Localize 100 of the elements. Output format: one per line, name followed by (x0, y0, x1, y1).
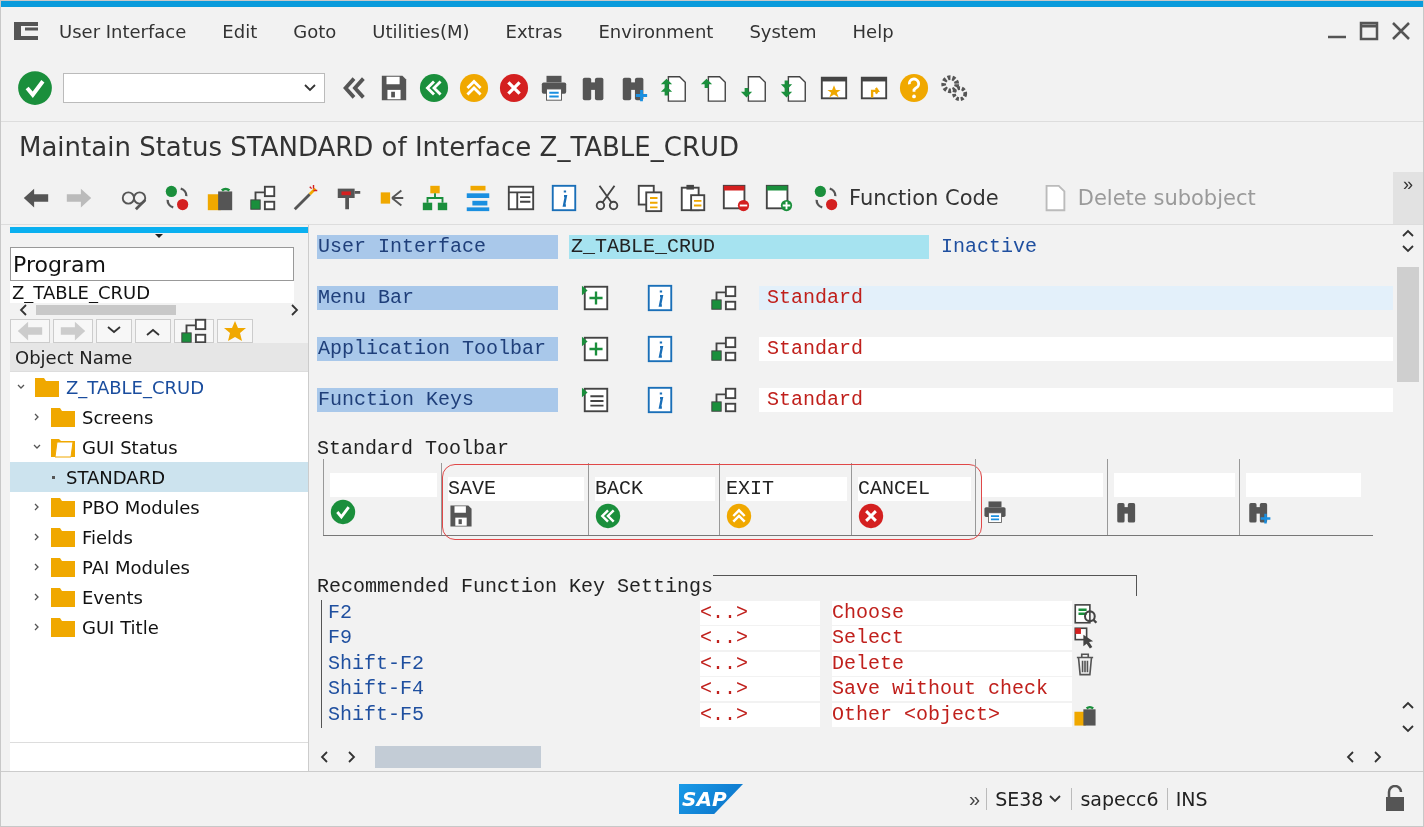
section-title: Recommended Function Key Settings (317, 576, 714, 598)
copy-icon[interactable] (635, 183, 665, 213)
function-code-field[interactable]: CANCEL (858, 477, 971, 501)
tree-item[interactable]: Screens (10, 402, 308, 432)
network-icon[interactable] (709, 334, 739, 364)
field-label: Function Keys (317, 388, 558, 412)
paste-icon[interactable] (678, 183, 708, 213)
menu-icon[interactable] (13, 20, 39, 42)
tree-item[interactable]: GUI Title (10, 612, 308, 642)
menu-item[interactable]: Edit (222, 20, 258, 42)
component-value[interactable]: Standard (759, 286, 1393, 310)
function-text: Other <object> (832, 702, 1072, 727)
last-page-icon[interactable] (779, 73, 809, 103)
object-name-field[interactable]: Z_TABLE_CRUD (10, 281, 294, 303)
check-icon[interactable] (17, 70, 53, 106)
lock-icon (1383, 785, 1407, 813)
function-code: <..> (700, 677, 820, 702)
function-text: Delete (832, 651, 1072, 676)
check-icon[interactable] (330, 499, 356, 525)
tree-item[interactable]: GUI Status (10, 432, 308, 462)
tree-item[interactable]: PAI Modules (10, 552, 308, 582)
field-label: User Interface (317, 235, 558, 259)
status-text: Inactive (941, 235, 1038, 259)
function-code-field[interactable]: EXIT (726, 477, 847, 501)
printer-icon[interactable] (539, 73, 569, 103)
back-icon[interactable] (419, 73, 449, 103)
folder-icon (34, 376, 60, 398)
save-icon[interactable] (448, 503, 474, 529)
function-code: <..> (700, 651, 820, 676)
function-code-field[interactable]: BACK (595, 477, 715, 501)
menu-item[interactable]: Goto (293, 20, 337, 42)
menu-item[interactable]: Utilities(M) (372, 20, 470, 42)
maximize-icon[interactable] (1359, 21, 1379, 41)
menu-item[interactable]: System (749, 20, 817, 42)
scrollbar-thumb[interactable] (1397, 267, 1419, 382)
folder-icon (50, 616, 76, 638)
component-value[interactable]: Standard (759, 388, 1393, 412)
list-icon[interactable] (581, 385, 611, 415)
key-name: F9 (328, 626, 353, 651)
list-add-icon[interactable] (581, 283, 611, 313)
toolbar-button[interactable]: Function Code (807, 181, 1003, 215)
menu-item[interactable]: User Interface (59, 20, 187, 42)
network-button[interactable] (174, 319, 214, 343)
save-icon[interactable] (379, 73, 409, 103)
menu-item[interactable]: Help (852, 20, 894, 42)
list-add-icon[interactable] (581, 334, 611, 364)
network-icon[interactable] (709, 283, 739, 313)
command-field[interactable] (63, 73, 325, 103)
scrollbar-thumb[interactable] (36, 305, 176, 315)
collapse-button[interactable] (96, 319, 132, 343)
info-icon[interactable] (645, 385, 675, 415)
open-folder-icon (50, 436, 76, 458)
function-code-field[interactable] (982, 473, 1103, 497)
function-code-field[interactable]: SAVE (448, 477, 584, 501)
tree-item[interactable]: STANDARD (10, 462, 308, 492)
more-button[interactable]: » (963, 787, 987, 811)
cancel-icon[interactable] (858, 503, 884, 529)
folder-icon (50, 406, 76, 428)
component-value[interactable]: Standard (759, 337, 1393, 361)
info-icon[interactable] (645, 283, 675, 313)
more-button[interactable]: » (1393, 172, 1423, 224)
info-icon[interactable] (549, 183, 579, 213)
next-page-icon[interactable] (739, 73, 769, 103)
tree-item[interactable]: Z_TABLE_CRUD (10, 372, 308, 402)
folder-icon (50, 526, 76, 548)
hierarchy-icon[interactable] (420, 183, 450, 213)
close-icon[interactable] (1391, 21, 1411, 41)
screen-title: Maintain Status STANDARD of Interface Z_TABLE_CRUD (18, 131, 741, 164)
interface-name-field: Z_TABLE_CRUD (569, 235, 929, 259)
printer-icon[interactable] (982, 499, 1008, 525)
expand-button[interactable] (135, 319, 171, 343)
tree-item[interactable]: PBO Modules (10, 492, 308, 522)
network-icon[interactable] (709, 385, 739, 415)
tree-item[interactable]: Fields (10, 522, 308, 552)
function-text: Choose (832, 600, 1072, 625)
first-page-icon[interactable] (659, 73, 689, 103)
object-type-field[interactable]: Program (10, 247, 294, 281)
network-icon[interactable] (179, 317, 209, 343)
layout-icon[interactable] (506, 183, 536, 213)
key-name: F2 (328, 600, 353, 625)
settings-icon[interactable] (939, 73, 969, 103)
column-header: Object Name (10, 343, 308, 372)
menu-item[interactable]: Extras (505, 20, 563, 42)
remove-row-icon[interactable] (721, 183, 751, 213)
system-name: sapecc6 (1071, 788, 1167, 810)
function-text: Select (832, 626, 1072, 651)
add-row-icon[interactable] (764, 183, 794, 213)
menu-item[interactable]: Environment (598, 20, 714, 42)
key-name: Shift-F2 (328, 651, 425, 676)
previous-page-icon[interactable] (699, 73, 729, 103)
tree-item[interactable]: Events (10, 582, 308, 612)
back-icon[interactable] (595, 503, 621, 529)
transaction-code[interactable]: SE38 (986, 788, 1072, 810)
network-icon[interactable] (248, 183, 278, 213)
folder-icon (50, 586, 76, 608)
section-title: Standard Toolbar (317, 437, 511, 459)
key-name: Shift-F4 (328, 677, 425, 702)
scrollbar-thumb[interactable] (375, 746, 541, 768)
cancel-icon[interactable] (499, 73, 529, 103)
info-icon[interactable] (645, 334, 675, 364)
